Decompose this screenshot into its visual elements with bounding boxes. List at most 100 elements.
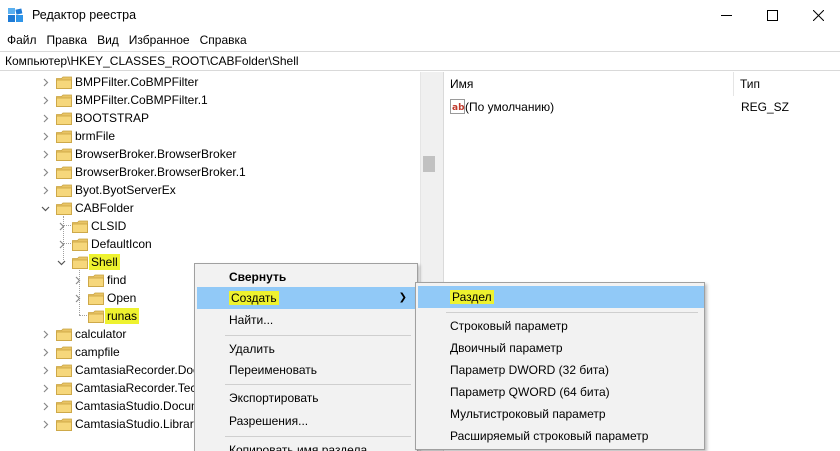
minimize-button[interactable] [703,0,749,30]
svg-text:ab: ab [452,103,465,113]
tree-item-label: CamtasiaRecorder.Doc [75,363,200,377]
value-name: (По умолчанию) [465,100,555,114]
column-header-name[interactable]: Имя [444,72,734,96]
menu-view[interactable]: Вид [92,30,124,50]
chevron-right-icon[interactable] [40,149,50,159]
tree-item[interactable]: BrowserBroker.BrowserBroker.1 [0,163,420,181]
folder-icon [56,76,72,89]
folder-icon [56,328,72,341]
tree-item[interactable]: BrowserBroker.BrowserBroker [0,145,420,163]
submenu-item-dword-value[interactable]: Параметр DWORD (32 бита) [418,359,704,381]
chevron-right-icon[interactable] [40,131,50,141]
tree-item[interactable]: BMPFilter.CoBMPFilter [0,73,420,91]
chevron-right-icon[interactable] [40,347,50,357]
submenu-item-expandable-string-value[interactable]: Расширяемый строковый параметр [418,425,704,447]
menu-favorites[interactable]: Избранное [124,30,195,50]
chevron-right-icon[interactable] [40,185,50,195]
chevron-right-icon[interactable] [56,221,66,231]
folder-icon [88,292,104,305]
folder-icon [88,310,104,323]
title-bar: Редактор реестра [0,0,840,30]
menu-item-collapse[interactable]: Свернуть [197,266,415,288]
chevron-right-icon[interactable] [40,95,50,105]
tree-item-label: DefaultIcon [91,237,152,251]
new-submenu: Раздел Строковый параметр Двоичный парам… [415,282,705,450]
submenu-item-multistring-value[interactable]: Мультистроковый параметр [418,403,704,425]
chevron-right-icon[interactable] [40,167,50,177]
submenu-item-string-value[interactable]: Строковый параметр [418,315,704,337]
value-type: REG_SZ [741,100,790,114]
chevron-right-icon[interactable] [40,329,50,339]
chevron-right-icon[interactable] [40,401,50,411]
value-row[interactable]: ab (По умолчанию) REG_SZ [444,98,840,116]
tree-item-label: BrowserBroker.BrowserBroker [75,147,237,161]
tree-item[interactable]: DefaultIcon [0,235,420,253]
menu-item-rename[interactable]: Переименовать [197,359,415,381]
submenu-item-key[interactable]: Раздел [418,286,704,308]
submenu-item-qword-value[interactable]: Параметр QWORD (64 бита) [418,381,704,403]
context-menu: Свернуть Создать ❯ Найти... Удалить Переи… [194,263,418,451]
tree-item-label: campfile [75,345,120,359]
minimize-icon [720,14,732,16]
tree-item-label: Open [107,291,137,305]
chevron-down-icon[interactable] [56,257,66,267]
chevron-right-icon[interactable] [40,365,50,375]
menu-item-permissions[interactable]: Разрешения... [197,410,415,432]
chevron-down-icon[interactable] [40,203,50,213]
tree-item[interactable]: CLSID [0,217,420,235]
chevron-right-icon[interactable] [40,419,50,429]
address-input[interactable] [5,53,825,70]
menu-item-copy-key-name[interactable]: Копировать имя раздела [197,439,415,451]
folder-icon [56,400,72,413]
maximize-button[interactable] [749,0,795,30]
folder-icon [56,148,72,161]
folder-icon [56,130,72,143]
chevron-right-icon[interactable] [40,77,50,87]
menu-item-new[interactable]: Создать ❯ [197,287,415,309]
folder-icon [56,166,72,179]
menu-edit[interactable]: Правка [42,30,93,50]
close-button[interactable] [795,0,840,30]
folder-icon [56,364,72,377]
chevron-right-icon[interactable] [40,383,50,393]
submenu-arrow-icon: ❯ [398,292,407,303]
menu-item-export[interactable]: Экспортировать [197,387,415,409]
folder-icon [56,418,72,431]
menu-help[interactable]: Справка [195,30,252,50]
tree-item[interactable]: CABFolder [0,199,420,217]
tree-item[interactable]: BMPFilter.CoBMPFilter.1 [0,91,420,109]
tree-item-label: Shell [89,254,120,270]
chevron-right-icon[interactable] [40,113,50,123]
window-title: Редактор реестра [32,8,137,22]
menu-item-delete[interactable]: Удалить [197,338,415,360]
tree-item[interactable]: BOOTSTRAP [0,109,420,127]
menu-separator [446,312,698,313]
tree-item-label: CLSID [91,219,127,233]
menu-separator [225,436,411,437]
menu-file[interactable]: Файл [2,30,42,50]
folder-icon [56,346,72,359]
tree-item-label: Byot.ByotServerEx [75,183,176,197]
close-icon [812,9,824,21]
menu-separator [225,335,411,336]
tree-item-label: find [107,273,127,287]
folder-icon [88,274,104,287]
address-bar [0,51,840,71]
tree-scrollbar-thumb[interactable] [423,156,435,172]
chevron-right-icon[interactable] [72,275,82,285]
column-header-type[interactable]: Тип [734,72,840,96]
tree-item-label: BMPFilter.CoBMPFilter [75,75,199,89]
tree-item[interactable]: Byot.ByotServerEx [0,181,420,199]
submenu-item-binary-value[interactable]: Двоичный параметр [418,337,704,359]
tree-item-label: runas [105,308,140,324]
folder-icon [56,112,72,125]
tree-item[interactable]: brmFile [0,127,420,145]
maximize-icon [766,9,778,21]
chevron-right-icon[interactable] [72,293,82,303]
menu-item-find[interactable]: Найти... [197,309,415,331]
folder-icon [56,94,72,107]
tree-item-label: CamtasiaRecorder.Tech [75,381,204,395]
registry-editor-icon [8,8,23,22]
chevron-right-icon[interactable] [56,239,66,249]
folder-icon [72,220,88,233]
